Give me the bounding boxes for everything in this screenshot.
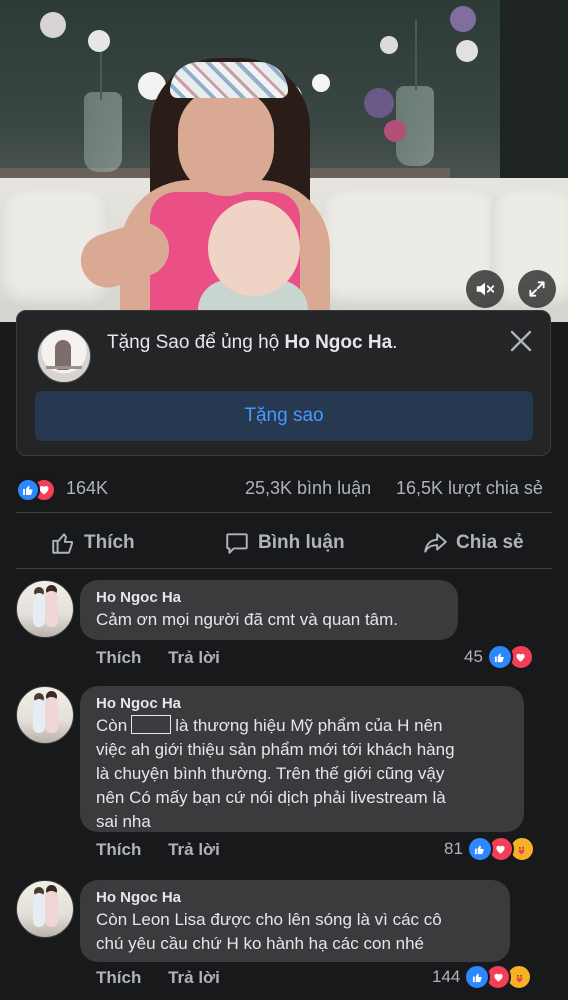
comment-text-line: nên Có mấy bạn cứ nói dịch phải livestre… — [96, 788, 446, 807]
avatar-figure — [45, 891, 58, 927]
close-button[interactable] — [509, 329, 533, 353]
avatar-figure — [33, 593, 45, 627]
video-vase-left — [84, 92, 122, 172]
shares-count[interactable]: 16,5K lượt chia sẻ — [396, 478, 543, 499]
avatar-figure — [33, 893, 45, 927]
like-icon — [464, 964, 491, 990]
reaction-summary[interactable] — [16, 478, 64, 502]
avatar-text-mark — [46, 366, 82, 369]
video-flower — [40, 12, 66, 38]
stars-message-suffix: . — [392, 332, 398, 353]
video-flower — [364, 88, 394, 118]
share-arrow-icon — [424, 533, 447, 553]
comments-count[interactable]: 25,3K bình luận — [245, 478, 371, 499]
comment-meta: Thích Trả lời — [96, 840, 242, 860]
stars-support-card: Tặng Sao để ủng hộ Ho Ngoc Ha. Tặng sao — [16, 310, 551, 456]
video-person-headband — [170, 62, 288, 98]
comment-author[interactable]: Ho Ngoc Ha — [96, 694, 508, 714]
comment-text-line: sai nha — [96, 812, 151, 831]
comment-meta: Thích Trả lời — [96, 648, 242, 668]
thumbs-up-icon — [52, 533, 73, 554]
share-button[interactable]: Chia sẻ — [422, 520, 524, 566]
avatar-figure — [45, 697, 58, 733]
comment-bubble: Ho Ngoc Ha Còn là thương hiệu Mỹ phẩm của… — [80, 686, 524, 832]
video-flower — [456, 40, 478, 62]
close-icon — [510, 330, 532, 352]
fullscreen-button[interactable] — [518, 270, 556, 308]
expand-icon — [529, 281, 545, 297]
speaker-muted-icon — [476, 282, 495, 296]
comment-like-link[interactable]: Thích — [96, 968, 141, 987]
comment-text-line: là chuyện bình thường. Trên thế giới cũn… — [96, 764, 445, 783]
redacted-box — [131, 715, 172, 734]
stars-message-prefix: Tặng Sao để ủng hộ — [107, 332, 280, 353]
comment-author[interactable]: Ho Ngoc Ha — [96, 588, 442, 608]
avatar-figure — [33, 699, 45, 733]
stars-message: Tặng Sao để ủng hộ Ho Ngoc Ha. — [107, 331, 397, 355]
comment-bubble-icon — [226, 533, 248, 554]
comment-text-suffix: là thương hiệu Mỹ phẩm của H nên — [175, 716, 443, 735]
comment-button-label: Bình luận — [258, 532, 345, 553]
like-icon — [16, 478, 40, 502]
comment-reaction-count: 144 — [432, 967, 461, 986]
comment-text-line: Còn Leon Lisa được cho lên sóng là vì cá… — [96, 910, 442, 929]
divider — [16, 512, 552, 513]
send-stars-button[interactable]: Tặng sao — [35, 391, 533, 441]
comment-reaction-count: 45 — [464, 647, 483, 666]
reactions-count[interactable]: 164K — [66, 478, 108, 499]
avatar[interactable] — [16, 580, 74, 638]
comment-text: Cảm ơn mọi người đã cmt và quan tâm. — [96, 610, 399, 629]
video-flower — [384, 120, 406, 142]
comment-reactions[interactable]: 81 — [444, 836, 535, 862]
video-flower — [380, 36, 398, 54]
avatar[interactable] — [16, 686, 74, 744]
comment-text-line: việc ah giới thiệu sản phẩm mới tới khác… — [96, 740, 455, 759]
video-stem — [415, 20, 417, 90]
comment-reply-link[interactable]: Trả lời — [168, 840, 220, 859]
comment-bubble: Ho Ngoc Ha Còn Leon Lisa được cho lên só… — [80, 880, 510, 962]
comment-button[interactable]: Bình luận — [224, 520, 345, 566]
page-avatar[interactable] — [37, 329, 91, 383]
avatar-figure — [45, 591, 58, 627]
live-video[interactable] — [0, 0, 568, 322]
share-button-label: Chia sẻ — [456, 532, 524, 553]
avatar[interactable] — [16, 880, 74, 938]
video-flower — [88, 30, 110, 52]
comment-reactions[interactable]: 45 — [464, 644, 534, 670]
comment-meta: Thích Trả lời — [96, 968, 242, 988]
comment-text-line: Còn là thương hiệu Mỹ phẩm của H nên — [96, 714, 508, 738]
comment-reactions[interactable]: 144 — [432, 964, 533, 990]
comment-like-link[interactable]: Thích — [96, 648, 141, 667]
video-flower — [450, 6, 476, 32]
comment-bubble: Ho Ngoc Ha Cảm ơn mọi người đã cmt và qu… — [80, 580, 458, 640]
video-person-face — [178, 88, 274, 196]
divider — [16, 568, 552, 569]
post-actions: Thích Bình luận Chia sẻ — [0, 520, 568, 566]
comment-reply-link[interactable]: Trả lời — [168, 968, 220, 987]
comment-reply-link[interactable]: Trả lời — [168, 648, 220, 667]
stars-page-name[interactable]: Ho Ngoc Ha — [284, 332, 392, 353]
post-stats: 164K 25,3K bình luận 16,5K lượt chia sẻ — [0, 470, 568, 504]
video-baby-head — [208, 200, 300, 296]
comment-like-link[interactable]: Thích — [96, 840, 141, 859]
video-dark-panel — [500, 0, 568, 200]
comment-text-line: chú yêu cầu chứ H ko hành hạ các con nhé — [96, 934, 424, 953]
like-button[interactable]: Thích — [50, 520, 135, 566]
video-flower — [312, 74, 330, 92]
comment-reaction-count: 81 — [444, 839, 463, 858]
like-icon — [486, 644, 513, 670]
like-icon — [466, 836, 493, 862]
comment-author[interactable]: Ho Ngoc Ha — [96, 888, 494, 908]
like-button-label: Thích — [84, 532, 135, 553]
comment-text-prefix: Còn — [96, 716, 128, 735]
mute-button[interactable] — [466, 270, 504, 308]
